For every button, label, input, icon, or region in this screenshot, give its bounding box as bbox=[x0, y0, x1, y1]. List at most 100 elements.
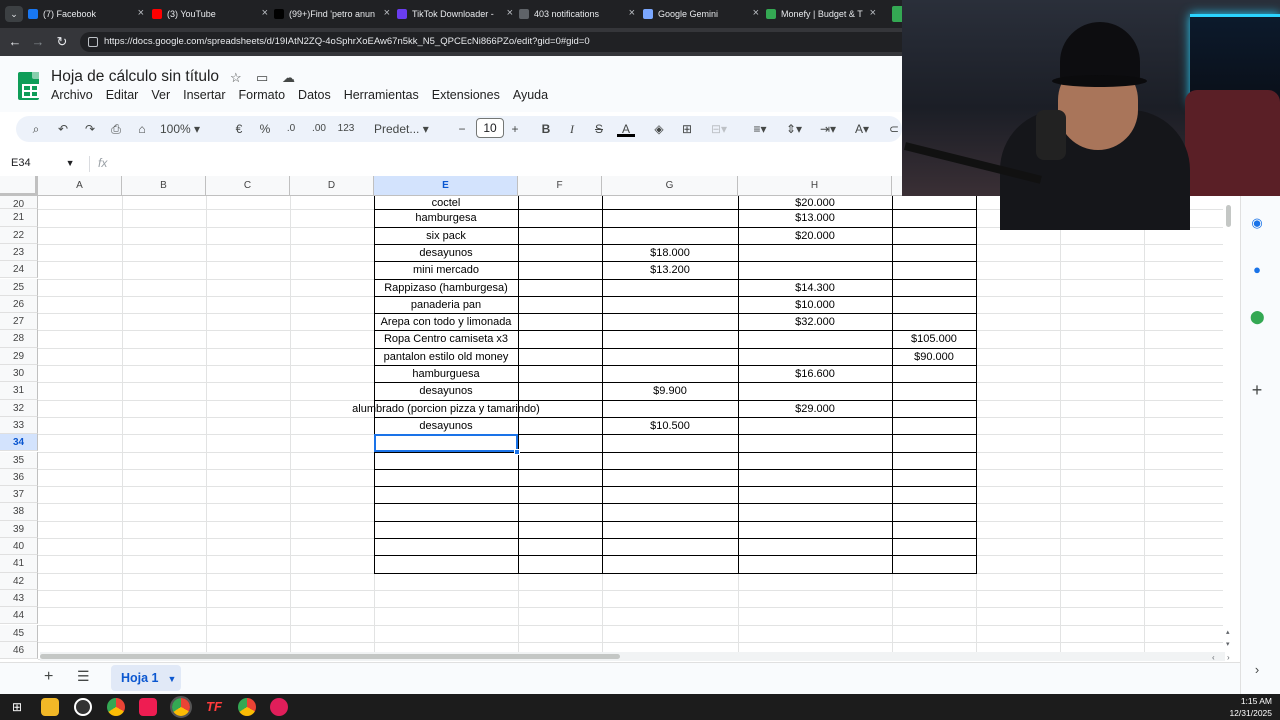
cell-i29[interactable]: $90.000 bbox=[892, 349, 976, 365]
row-header[interactable]: 25 bbox=[0, 278, 38, 296]
row-header[interactable]: 34 bbox=[0, 434, 38, 452]
tiktok-icon[interactable] bbox=[139, 698, 157, 716]
cell-g33[interactable]: $10.500 bbox=[602, 418, 738, 434]
menu-item[interactable]: Editar bbox=[106, 88, 139, 102]
currency-format-button[interactable]: € bbox=[231, 121, 247, 137]
row-header[interactable]: 20 bbox=[0, 196, 38, 210]
selected-cell[interactable] bbox=[374, 434, 518, 452]
row-header[interactable]: 35 bbox=[0, 451, 38, 469]
cell-e28[interactable]: Ropa Centro camiseta x3 bbox=[374, 331, 518, 347]
address-bar[interactable]: https://docs.google.com/spreadsheets/d/1… bbox=[80, 32, 902, 52]
menu-item[interactable]: Ayuda bbox=[513, 88, 548, 102]
text-rotation-icon[interactable]: A▾ bbox=[849, 121, 875, 137]
row-header[interactable]: 21 bbox=[0, 209, 38, 227]
scroll-up-icon[interactable]: ▴ bbox=[1226, 628, 1230, 636]
sheet-menu-icon[interactable]: ▼ bbox=[168, 674, 177, 684]
row-header[interactable]: 37 bbox=[0, 486, 38, 504]
cell-e26[interactable]: panaderia pan bbox=[374, 297, 518, 313]
row-header[interactable]: 43 bbox=[0, 589, 38, 608]
chrome-profile-icon[interactable] bbox=[238, 698, 256, 716]
browser-tab[interactable]: Monefy | Budget & T × bbox=[766, 4, 878, 24]
row-header[interactable]: 45 bbox=[0, 624, 38, 642]
italic-button[interactable]: I bbox=[564, 121, 580, 137]
slack-icon[interactable] bbox=[270, 698, 288, 716]
text-color-button[interactable]: A bbox=[617, 121, 635, 137]
decrease-font-size-icon[interactable]: − bbox=[455, 121, 469, 137]
column-header[interactable]: H bbox=[738, 176, 892, 196]
maps-icon[interactable]: ⬤ bbox=[1250, 310, 1265, 324]
cell-e25[interactable]: Rappizaso (hamburgesa) bbox=[374, 280, 518, 296]
column-header[interactable]: D bbox=[290, 176, 374, 196]
new-tab-icon[interactable] bbox=[892, 6, 902, 22]
back-icon[interactable]: ← bbox=[6, 33, 24, 51]
app-icon-tf[interactable]: TF bbox=[205, 698, 223, 716]
merge-cells-icon[interactable]: ⊟▾ bbox=[706, 121, 732, 137]
menu-item[interactable]: Archivo bbox=[51, 88, 93, 102]
increase-font-size-icon[interactable]: + bbox=[508, 121, 522, 137]
name-box-dropdown-icon[interactable]: ▼ bbox=[66, 158, 75, 168]
decrease-decimal-button[interactable]: .0 bbox=[282, 121, 300, 137]
cell-i28[interactable]: $105.000 bbox=[892, 331, 976, 347]
row-header[interactable]: 29 bbox=[0, 347, 38, 365]
font-family-select[interactable]: Predet... ▾ bbox=[374, 121, 440, 137]
cell-g31[interactable]: $9.900 bbox=[602, 383, 738, 399]
sheets-logo-icon[interactable] bbox=[18, 72, 39, 100]
borders-icon[interactable]: ⊞ bbox=[679, 121, 695, 137]
browser-tab[interactable]: Google Gemini × bbox=[643, 4, 761, 24]
scroll-down-icon[interactable]: ▾ bbox=[1226, 640, 1230, 648]
menu-item[interactable]: Extensiones bbox=[432, 88, 500, 102]
menu-item[interactable]: Insertar bbox=[183, 88, 225, 102]
row-header[interactable]: 44 bbox=[0, 607, 38, 625]
expand-side-panel-icon[interactable]: › bbox=[1250, 663, 1264, 677]
scroll-right-icon[interactable]: › bbox=[1227, 653, 1230, 662]
contacts-icon[interactable]: ● bbox=[1250, 263, 1264, 277]
forward-icon[interactable]: → bbox=[29, 33, 47, 51]
row-header[interactable]: 31 bbox=[0, 382, 38, 400]
tab-close-icon[interactable]: × bbox=[870, 7, 876, 19]
cell-e27[interactable]: Arepa con todo y limonada bbox=[374, 314, 518, 330]
tab-close-icon[interactable]: × bbox=[629, 7, 635, 19]
cloud-saved-icon[interactable]: ☁ bbox=[282, 70, 295, 86]
cell-h26[interactable]: $10.000 bbox=[738, 297, 892, 313]
fill-handle[interactable] bbox=[514, 449, 520, 455]
row-header[interactable]: 33 bbox=[0, 416, 38, 435]
add-sheet-icon[interactable]: + bbox=[44, 668, 53, 686]
cell-e30[interactable]: hamburguesa bbox=[374, 366, 518, 382]
row-header[interactable]: 41 bbox=[0, 555, 38, 573]
vertical-align-icon[interactable]: ⇕▾ bbox=[781, 121, 807, 137]
redo-icon[interactable]: ↷ bbox=[82, 121, 98, 137]
tab-close-icon[interactable]: × bbox=[138, 7, 144, 19]
row-header[interactable]: 22 bbox=[0, 226, 38, 244]
cell-h21[interactable]: $13.000 bbox=[738, 210, 892, 226]
all-sheets-icon[interactable]: ☰ bbox=[77, 668, 90, 685]
menu-item[interactable]: Herramientas bbox=[344, 88, 419, 102]
select-all-corner[interactable] bbox=[0, 176, 38, 196]
row-header[interactable]: 32 bbox=[0, 399, 38, 417]
get-addons-icon[interactable]: + bbox=[1250, 381, 1264, 399]
row-header[interactable]: 23 bbox=[0, 243, 38, 262]
sheet-tab-active[interactable]: Hoja 1 ▼ bbox=[111, 665, 181, 691]
chrome-active-icon[interactable] bbox=[170, 696, 192, 718]
column-header[interactable]: E bbox=[374, 176, 518, 196]
column-header[interactable]: C bbox=[206, 176, 290, 196]
chrome-icon[interactable] bbox=[107, 698, 125, 716]
row-header[interactable]: 42 bbox=[0, 572, 38, 590]
browser-tab[interactable]: TikTok Downloader - × bbox=[397, 4, 515, 24]
percent-format-button[interactable]: % bbox=[257, 121, 273, 137]
column-header[interactable]: G bbox=[602, 176, 738, 196]
number-format-button[interactable]: 123 bbox=[336, 121, 356, 137]
text-wrapping-icon[interactable]: ⇥▾ bbox=[815, 121, 841, 137]
horizontal-align-icon[interactable]: ≡▾ bbox=[747, 121, 773, 137]
row-header[interactable]: 24 bbox=[0, 261, 38, 279]
font-size-input[interactable]: 10 bbox=[476, 118, 504, 138]
cell-e33[interactable]: desayunos bbox=[374, 418, 518, 434]
tab-close-icon[interactable]: × bbox=[753, 7, 759, 19]
paint-format-icon[interactable]: ⌂ bbox=[134, 121, 150, 137]
cell-e23[interactable]: desayunos bbox=[374, 245, 518, 261]
cell-g24[interactable]: $13.200 bbox=[602, 262, 738, 278]
cell-g23[interactable]: $18.000 bbox=[602, 245, 738, 261]
strikethrough-button[interactable]: S bbox=[591, 121, 607, 137]
name-box[interactable]: E34 ▼ bbox=[11, 157, 75, 169]
cell-e32[interactable]: alumbrado (porcion pizza y tamarindo) bbox=[314, 401, 578, 417]
start-icon[interactable]: ⊞ bbox=[8, 698, 26, 716]
